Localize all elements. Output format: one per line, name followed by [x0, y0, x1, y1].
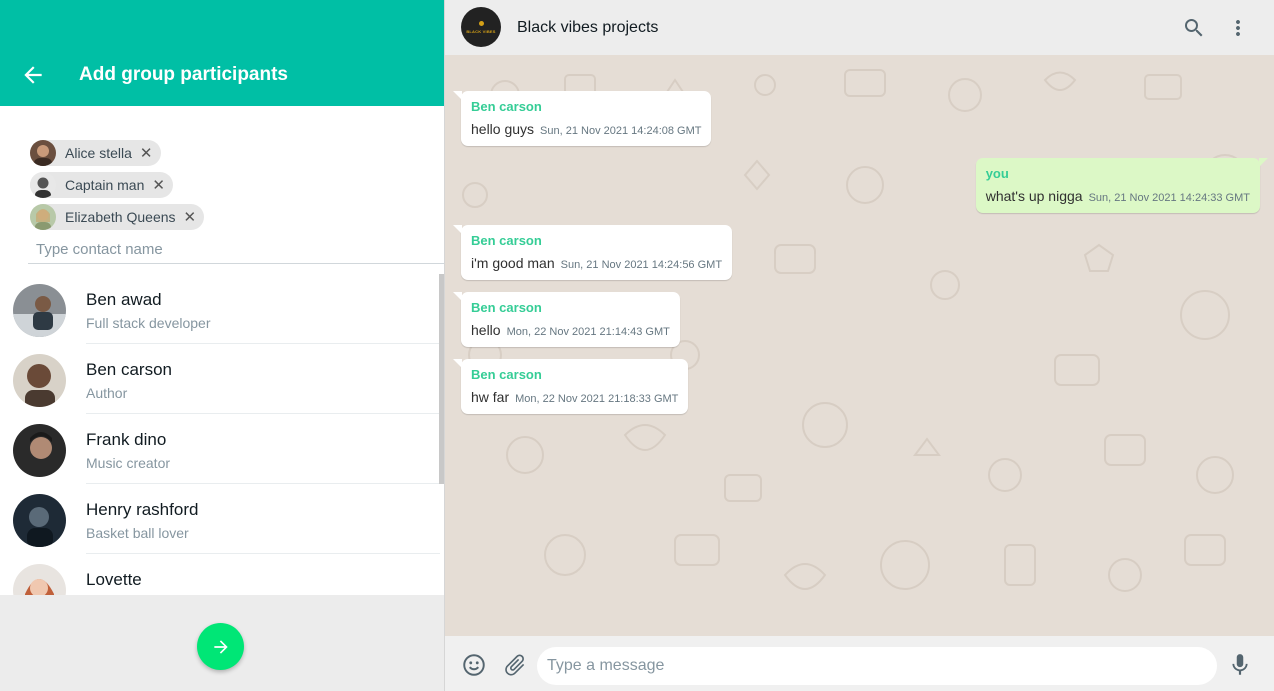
bubble-tail	[453, 292, 462, 301]
more-vert-icon	[1236, 20, 1240, 36]
arrow-right-icon	[213, 639, 228, 654]
mic-button[interactable]	[1227, 652, 1253, 678]
participant-chip: Captain man ✕	[30, 172, 173, 198]
list-item[interactable]: Henry rashford Basket ball lover	[0, 484, 440, 554]
contact-list: Ben awad Full stack developer Ben carson…	[0, 274, 440, 595]
avatar	[13, 354, 66, 407]
group-avatar[interactable]: BLACK VIBES	[461, 7, 501, 47]
bubble-tail	[453, 225, 462, 234]
menu-button[interactable]	[1226, 16, 1250, 40]
chip-label: Elizabeth Queens	[65, 209, 176, 225]
message-time: Sun, 21 Nov 2021 14:24:33 GMT	[1088, 192, 1250, 204]
avatar	[13, 564, 66, 595]
contact-name: Ben awad	[86, 290, 162, 309]
mic-icon	[1232, 654, 1248, 675]
avatar	[30, 204, 56, 230]
message-text: what's up nigga	[985, 188, 1083, 204]
participant-chip: Alice stella ✕	[30, 140, 161, 166]
message-time: Mon, 22 Nov 2021 21:14:43 GMT	[506, 326, 670, 338]
message-input[interactable]	[537, 647, 1217, 685]
contact-search-input[interactable]	[28, 236, 444, 264]
message-time: Sun, 21 Nov 2021 14:24:56 GMT	[560, 259, 723, 271]
close-icon[interactable]: ✕	[140, 146, 153, 161]
paperclip-icon	[505, 654, 525, 676]
message-sender: Ben carson	[471, 367, 542, 382]
contact-name: Lovette	[86, 570, 142, 589]
message-bubble[interactable]: Ben carson hw far Mon, 22 Nov 2021 21:18:…	[453, 359, 689, 414]
bubble-tail	[1259, 158, 1268, 167]
contact-status: Author	[86, 385, 128, 401]
message-sender: Ben carson	[471, 300, 542, 315]
attach-button[interactable]	[502, 652, 528, 678]
avatar	[30, 172, 56, 198]
message-text: i'm good man	[471, 255, 555, 271]
emoji-button[interactable]	[461, 652, 487, 678]
logo-dot	[478, 20, 484, 26]
message-bubble[interactable]: Ben carson i'm good man Sun, 21 Nov 2021 …	[453, 225, 733, 280]
panel-header: Add group participants	[0, 0, 444, 106]
close-icon[interactable]: ✕	[184, 210, 197, 225]
selected-participants: Alice stella ✕ Captain man ✕ Elizabeth Q…	[30, 140, 430, 236]
avatar	[13, 284, 66, 337]
chat-header: BLACK VIBES Black vibes projects	[445, 0, 1274, 55]
list-item[interactable]: Frank dino Music creator	[0, 414, 440, 484]
avatar-logo-text: BLACK VIBES	[466, 28, 496, 34]
avatar	[30, 140, 56, 166]
list-item[interactable]: Lovette	[0, 554, 440, 595]
chat-footer	[445, 636, 1274, 691]
panel-title: Add group participants	[79, 64, 288, 85]
message-sender: you	[985, 166, 1009, 181]
next-button[interactable]	[197, 623, 244, 670]
message-bubble[interactable]: Ben carson hello guys Sun, 21 Nov 2021 14…	[453, 91, 712, 146]
chip-label: Captain man	[65, 177, 145, 193]
message-time: Sun, 21 Nov 2021 14:24:08 GMT	[540, 125, 702, 137]
message-text: hw far	[471, 389, 510, 405]
avatar	[13, 494, 66, 547]
search-icon	[1185, 19, 1203, 37]
message-bubble[interactable]: you what's up nigga Sun, 21 Nov 2021 14:2…	[975, 158, 1268, 213]
list-item[interactable]: Ben awad Full stack developer	[0, 274, 440, 344]
bubble-tail	[453, 91, 462, 100]
chat-messages: Ben carson hello guys Sun, 21 Nov 2021 14…	[445, 55, 1274, 636]
contact-status: Basket ball lover	[86, 525, 189, 541]
participant-chip: Elizabeth Queens ✕	[30, 204, 205, 230]
close-icon[interactable]: ✕	[152, 178, 165, 193]
avatar	[13, 424, 66, 477]
contact-name: Henry rashford	[86, 500, 199, 519]
arrow-left-icon	[24, 66, 42, 84]
chat-panel: BLACK VIBES Black vibes projects Ben car…	[445, 0, 1274, 691]
contact-status: Music creator	[86, 455, 171, 471]
chip-label: Alice stella	[65, 145, 132, 161]
contact-status: Full stack developer	[86, 315, 211, 331]
emoji-icon	[463, 654, 485, 676]
search-button[interactable]	[1182, 16, 1206, 40]
back-button[interactable]	[20, 62, 46, 88]
message-text: hello guys	[471, 121, 535, 137]
list-item[interactable]: Ben carson Author	[0, 344, 440, 414]
contact-name: Frank dino	[86, 430, 167, 449]
add-participants-panel: Add group participants Alice stella ✕ Ca…	[0, 0, 444, 691]
message-bubble[interactable]: Ben carson hello Mon, 22 Nov 2021 21:14:4…	[453, 292, 680, 347]
message-sender: Ben carson	[471, 233, 542, 248]
chat-title[interactable]: Black vibes projects	[517, 19, 658, 37]
contact-name: Ben carson	[86, 360, 172, 379]
bubble-tail	[453, 359, 462, 368]
message-sender: Ben carson	[471, 99, 542, 114]
message-time: Mon, 22 Nov 2021 21:18:33 GMT	[515, 393, 679, 405]
message-text: hello	[471, 322, 501, 338]
